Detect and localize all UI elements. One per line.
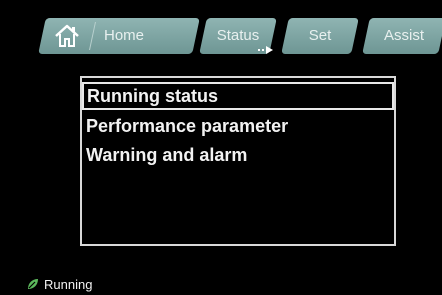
status-bar: Running — [26, 274, 92, 294]
tab-assist-label: Assist — [383, 27, 424, 44]
menu-item-warning-and-alarm[interactable]: Warning and alarm — [86, 141, 247, 169]
tab-home[interactable]: Home — [38, 18, 200, 54]
tab-divider — [89, 22, 96, 50]
tab-assist[interactable]: Assist — [362, 18, 442, 54]
tab-set[interactable]: Set — [281, 18, 359, 54]
tab-bar: Home Status Set Assist — [0, 18, 442, 56]
menu-item-performance-parameter[interactable]: Performance parameter — [86, 112, 288, 140]
arrow-right-icon — [258, 46, 273, 54]
tab-set-label: Set — [308, 27, 332, 44]
menu-panel: Running status Performance parameter War… — [80, 76, 396, 246]
leaf-icon — [28, 279, 38, 289]
status-text: Running — [44, 276, 93, 292]
screen: Home Status Set Assist Running status Pe… — [0, 0, 442, 295]
tab-home-label: Home — [104, 27, 145, 44]
home-icon — [52, 23, 82, 49]
menu-item-running-status[interactable]: Running status — [82, 82, 394, 110]
